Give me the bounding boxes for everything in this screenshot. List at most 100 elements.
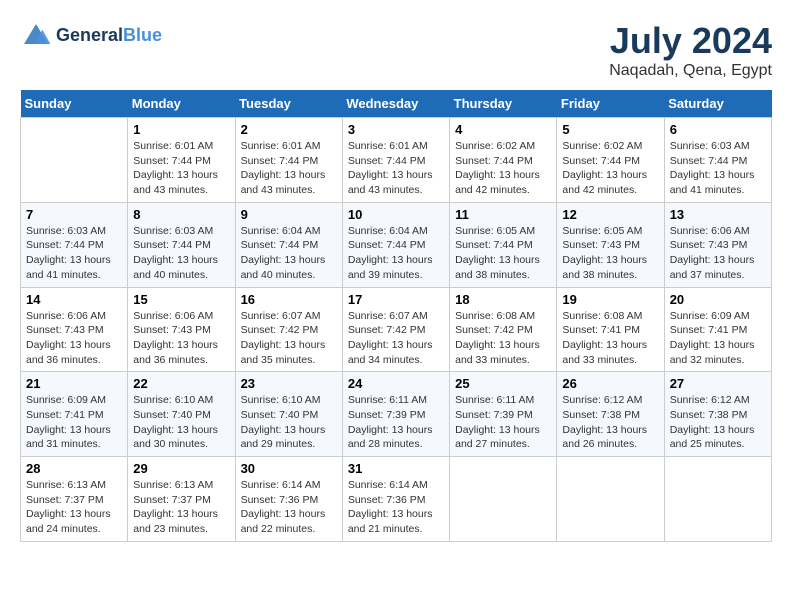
calendar-table: SundayMondayTuesdayWednesdayThursdayFrid… [20,90,772,542]
day-cell: 28Sunrise: 6:13 AMSunset: 7:37 PMDayligh… [21,457,128,542]
day-cell: 18 Sunrise: 6:08 AMSunset: 7:42 PMDayligh… [450,287,557,372]
day-cell: 20Sunrise: 6:09 AMSunset: 7:41 PMDayligh… [664,287,771,372]
day-info: Sunrise: 6:04 AMSunset: 7:44 PMDaylight:… [241,224,337,283]
day-info: Sunrise: 6:06 AMSunset: 7:43 PMDaylight:… [670,224,766,283]
day-info: Sunrise: 6:08 AMSunset: 7:41 PMDaylight:… [562,309,658,368]
day-info: Sunrise: 6:13 AMSunset: 7:37 PMDaylight:… [133,478,229,537]
day-cell [664,457,771,542]
week-row-5: 28Sunrise: 6:13 AMSunset: 7:37 PMDayligh… [21,457,772,542]
day-number: 6 [670,122,766,137]
day-number: 1 [133,122,229,137]
day-number: 14 [26,292,122,307]
week-row-4: 21 Sunrise: 6:09 AMSunset: 7:41 PMDayligh… [21,372,772,457]
day-info: Sunrise: 6:01 AMSunset: 7:44 PMDaylight:… [241,139,337,198]
day-cell: 23Sunrise: 6:10 AMSunset: 7:40 PMDayligh… [235,372,342,457]
title-block: July 2024 Naqadah, Qena, Egypt [609,20,772,80]
month-title: July 2024 [609,20,772,62]
day-number: 19 [562,292,658,307]
day-info: Sunrise: 6:12 AMSunset: 7:38 PMDaylight:… [670,393,766,452]
day-header-friday: Friday [557,90,664,118]
day-number: 16 [241,292,337,307]
day-info: Sunrise: 6:11 AMSunset: 7:39 PMDaylight:… [348,393,444,452]
day-header-monday: Monday [128,90,235,118]
day-number: 7 [26,207,122,222]
day-cell: 13 Sunrise: 6:06 AMSunset: 7:43 PMDayligh… [664,202,771,287]
day-number: 4 [455,122,551,137]
day-cell [21,118,128,203]
day-number: 27 [670,376,766,391]
day-info: Sunrise: 6:14 AMSunset: 7:36 PMDaylight:… [241,478,337,537]
day-number: 8 [133,207,229,222]
day-cell: 9 Sunrise: 6:04 AMSunset: 7:44 PMDaylight… [235,202,342,287]
day-header-thursday: Thursday [450,90,557,118]
day-info: Sunrise: 6:02 AMSunset: 7:44 PMDaylight:… [455,139,551,198]
day-cell: 24 Sunrise: 6:11 AMSunset: 7:39 PMDayligh… [342,372,449,457]
day-cell: 22Sunrise: 6:10 AMSunset: 7:40 PMDayligh… [128,372,235,457]
day-info: Sunrise: 6:12 AMSunset: 7:38 PMDaylight:… [562,393,658,452]
day-header-wednesday: Wednesday [342,90,449,118]
day-cell: 7 Sunrise: 6:03 AMSunset: 7:44 PMDaylight… [21,202,128,287]
day-info: Sunrise: 6:04 AMSunset: 7:44 PMDaylight:… [348,224,444,283]
day-number: 15 [133,292,229,307]
day-info: Sunrise: 6:11 AMSunset: 7:39 PMDaylight:… [455,393,551,452]
day-number: 30 [241,461,337,476]
day-number: 2 [241,122,337,137]
day-info: Sunrise: 6:05 AMSunset: 7:43 PMDaylight:… [562,224,658,283]
day-header-sunday: Sunday [21,90,128,118]
day-cell: 16 Sunrise: 6:07 AMSunset: 7:42 PMDayligh… [235,287,342,372]
day-number: 31 [348,461,444,476]
day-number: 13 [670,207,766,222]
day-cell: 6 Sunrise: 6:03 AMSunset: 7:44 PMDaylight… [664,118,771,203]
day-cell: 8 Sunrise: 6:03 AMSunset: 7:44 PMDaylight… [128,202,235,287]
day-header-tuesday: Tuesday [235,90,342,118]
day-info: Sunrise: 6:09 AMSunset: 7:41 PMDaylight:… [26,393,122,452]
day-cell: 31 Sunrise: 6:14 AMSunset: 7:36 PMDayligh… [342,457,449,542]
day-cell: 5Sunrise: 6:02 AMSunset: 7:44 PMDaylight… [557,118,664,203]
logo-icon [20,20,52,52]
day-number: 29 [133,461,229,476]
week-row-2: 7 Sunrise: 6:03 AMSunset: 7:44 PMDaylight… [21,202,772,287]
day-cell: 30 Sunrise: 6:14 AMSunset: 7:36 PMDayligh… [235,457,342,542]
day-number: 22 [133,376,229,391]
day-info: Sunrise: 6:03 AMSunset: 7:44 PMDaylight:… [670,139,766,198]
day-number: 17 [348,292,444,307]
day-number: 11 [455,207,551,222]
day-info: Sunrise: 6:13 AMSunset: 7:37 PMDaylight:… [26,478,122,537]
day-number: 3 [348,122,444,137]
days-header-row: SundayMondayTuesdayWednesdayThursdayFrid… [21,90,772,118]
day-cell: 25Sunrise: 6:11 AMSunset: 7:39 PMDayligh… [450,372,557,457]
day-number: 26 [562,376,658,391]
day-info: Sunrise: 6:01 AMSunset: 7:44 PMDaylight:… [133,139,229,198]
day-cell: 14 Sunrise: 6:06 AMSunset: 7:43 PMDayligh… [21,287,128,372]
day-info: Sunrise: 6:10 AMSunset: 7:40 PMDaylight:… [241,393,337,452]
day-number: 10 [348,207,444,222]
day-cell: 21 Sunrise: 6:09 AMSunset: 7:41 PMDayligh… [21,372,128,457]
day-cell: 19 Sunrise: 6:08 AMSunset: 7:41 PMDayligh… [557,287,664,372]
day-number: 21 [26,376,122,391]
day-info: Sunrise: 6:06 AMSunset: 7:43 PMDaylight:… [133,309,229,368]
day-number: 20 [670,292,766,307]
day-cell: 12 Sunrise: 6:05 AMSunset: 7:43 PMDayligh… [557,202,664,287]
day-info: Sunrise: 6:03 AMSunset: 7:44 PMDaylight:… [133,224,229,283]
day-info: Sunrise: 6:02 AMSunset: 7:44 PMDaylight:… [562,139,658,198]
day-cell: 26 Sunrise: 6:12 AMSunset: 7:38 PMDayligh… [557,372,664,457]
day-info: Sunrise: 6:08 AMSunset: 7:42 PMDaylight:… [455,309,551,368]
day-cell: 4 Sunrise: 6:02 AMSunset: 7:44 PMDaylight… [450,118,557,203]
day-number: 18 [455,292,551,307]
day-info: Sunrise: 6:14 AMSunset: 7:36 PMDaylight:… [348,478,444,537]
day-number: 24 [348,376,444,391]
logo: GeneralBlue [20,20,162,52]
day-info: Sunrise: 6:03 AMSunset: 7:44 PMDaylight:… [26,224,122,283]
day-info: Sunrise: 6:07 AMSunset: 7:42 PMDaylight:… [241,309,337,368]
day-cell: 10 Sunrise: 6:04 AMSunset: 7:44 PMDayligh… [342,202,449,287]
day-cell [557,457,664,542]
day-number: 12 [562,207,658,222]
day-cell: 11Sunrise: 6:05 AMSunset: 7:44 PMDayligh… [450,202,557,287]
day-info: Sunrise: 6:07 AMSunset: 7:42 PMDaylight:… [348,309,444,368]
day-header-saturday: Saturday [664,90,771,118]
day-number: 9 [241,207,337,222]
location: Naqadah, Qena, Egypt [609,62,772,80]
day-cell: 3Sunrise: 6:01 AMSunset: 7:44 PMDaylight… [342,118,449,203]
day-info: Sunrise: 6:06 AMSunset: 7:43 PMDaylight:… [26,309,122,368]
week-row-3: 14 Sunrise: 6:06 AMSunset: 7:43 PMDayligh… [21,287,772,372]
